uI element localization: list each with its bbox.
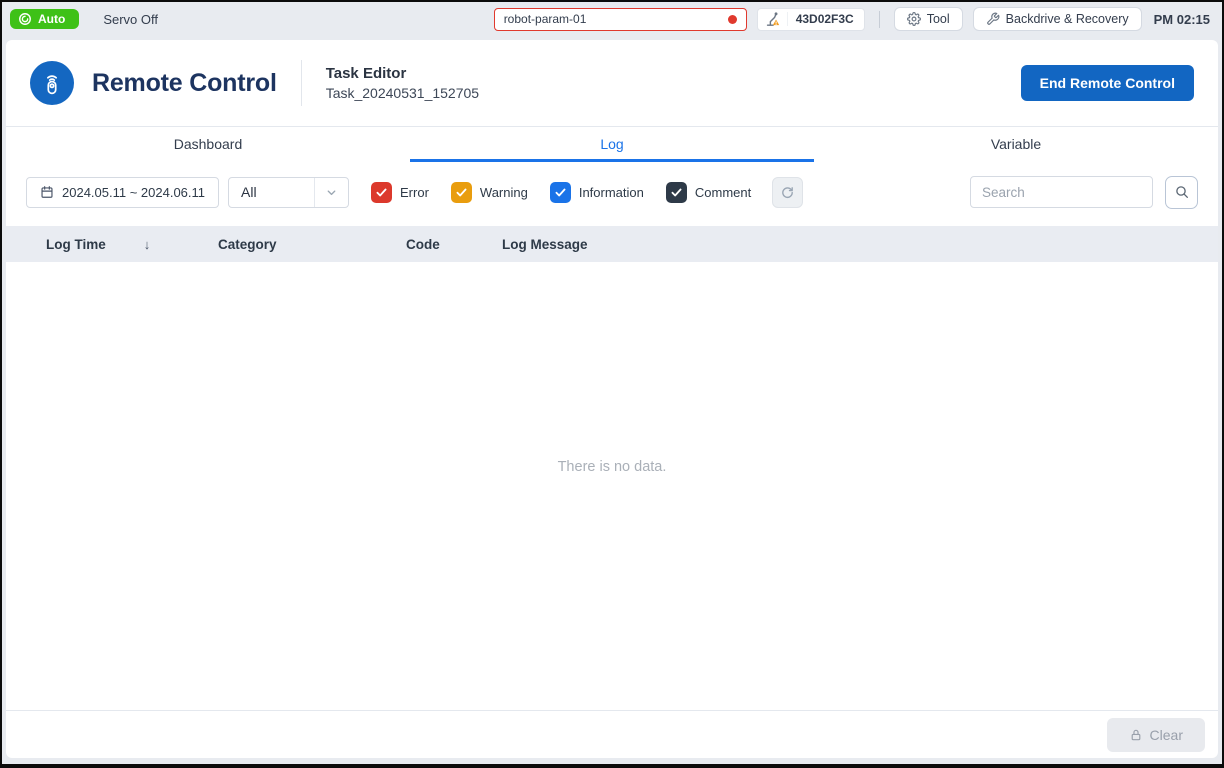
checkbox-warning-label: Warning [480, 185, 528, 200]
device-id-value: 43D02F3C [787, 12, 864, 26]
category-select[interactable]: All [228, 177, 349, 208]
checkbox-error-label: Error [400, 185, 429, 200]
tab-log[interactable]: Log [410, 127, 814, 162]
panel-header: Remote Control Task Editor Task_20240531… [6, 40, 1218, 126]
robot-param-selector[interactable]: robot-param-01 [494, 8, 747, 31]
clear-button[interactable]: Clear [1107, 718, 1205, 752]
wrench-icon [986, 12, 1000, 26]
log-table-body: There is no data. [6, 262, 1218, 710]
filter-checkbox-warning[interactable]: Warning [451, 182, 528, 203]
backdrive-button-label: Backdrive & Recovery [1006, 12, 1129, 26]
search-icon [1174, 184, 1190, 200]
filter-checkbox-comment[interactable]: Comment [666, 182, 751, 203]
empty-state-message: There is no data. [6, 459, 1218, 475]
checkbox-information-label: Information [579, 185, 644, 200]
robot-param-value: robot-param-01 [504, 12, 587, 26]
column-log-message: Log Message [502, 237, 1218, 252]
clock-time: PM 02:15 [1154, 12, 1210, 27]
robot-device-id[interactable]: 43D02F3C [757, 8, 865, 31]
checkbox-warning[interactable] [451, 182, 472, 203]
search-input[interactable] [970, 176, 1153, 208]
column-code: Code [406, 237, 502, 252]
tab-variable[interactable]: Variable [814, 127, 1218, 162]
log-filter-bar: 2024.05.11 ~ 2024.06.11 All Error Warnin… [6, 162, 1218, 220]
main-panel: Remote Control Task Editor Task_20240531… [6, 40, 1218, 758]
search-button[interactable] [1165, 176, 1198, 209]
chevron-down-icon [314, 178, 348, 207]
tool-button-label: Tool [927, 12, 950, 26]
backdrive-recovery-button[interactable]: Backdrive & Recovery [973, 7, 1142, 31]
filter-checkbox-information[interactable]: Information [550, 182, 644, 203]
auto-mode-icon [18, 12, 32, 26]
column-log-time-label: Log Time [46, 237, 106, 252]
log-table-header: Log Time ↓ Category Code Log Message [6, 226, 1218, 262]
checkbox-comment-label: Comment [695, 185, 751, 200]
calendar-icon [40, 185, 54, 199]
servo-status: Servo Off [103, 12, 158, 27]
robot-warning-icon [758, 11, 787, 28]
topbar-divider [879, 11, 880, 28]
sort-desc-icon[interactable]: ↓ [144, 237, 151, 252]
header-divider [301, 60, 302, 106]
date-range-value: 2024.05.11 ~ 2024.06.11 [62, 185, 205, 200]
checkbox-information[interactable] [550, 182, 571, 203]
mode-badge-label: Auto [38, 12, 65, 26]
refresh-button[interactable] [772, 177, 803, 208]
mode-badge-auto[interactable]: Auto [10, 9, 79, 29]
task-context: Task Editor Task_20240531_152705 [326, 65, 479, 101]
checkbox-comment[interactable] [666, 182, 687, 203]
end-remote-control-button[interactable]: End Remote Control [1021, 65, 1194, 101]
checkbox-error[interactable] [371, 182, 392, 203]
remote-control-icon [30, 61, 74, 105]
clear-button-label: Clear [1150, 727, 1183, 743]
column-log-time[interactable]: Log Time ↓ [46, 237, 218, 252]
refresh-icon [780, 185, 795, 200]
status-dot-icon [728, 15, 737, 24]
task-name: Task_20240531_152705 [326, 85, 479, 101]
tool-button[interactable]: Tool [894, 7, 963, 31]
top-status-bar: Auto Servo Off robot-param-01 43D02F3C T… [2, 2, 1222, 36]
tab-dashboard[interactable]: Dashboard [6, 127, 410, 162]
date-range-picker[interactable]: 2024.05.11 ~ 2024.06.11 [26, 177, 219, 208]
column-category: Category [218, 237, 406, 252]
lock-icon [1129, 728, 1143, 742]
app-title: Remote Control [92, 69, 277, 98]
tab-bar: Dashboard Log Variable [6, 126, 1218, 162]
filter-checkbox-error[interactable]: Error [371, 182, 429, 203]
task-editor-title: Task Editor [326, 65, 479, 82]
category-select-value: All [229, 184, 314, 200]
panel-footer: Clear [6, 710, 1218, 758]
gear-icon [907, 12, 921, 26]
